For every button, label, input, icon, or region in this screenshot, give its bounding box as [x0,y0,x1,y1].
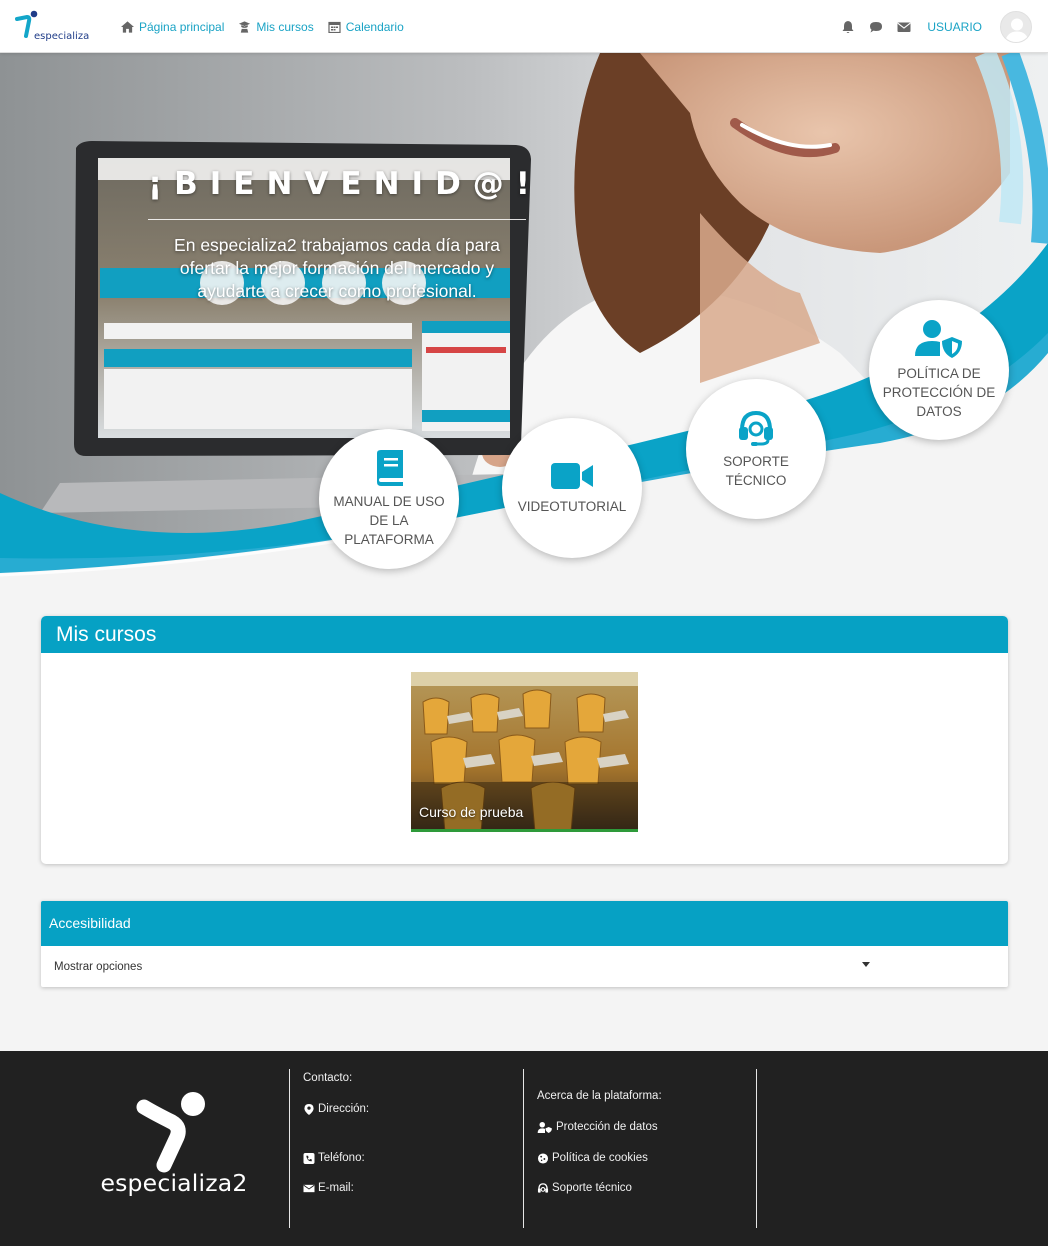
footer: especializa2 Contacto: Dirección: Teléfo… [0,1051,1048,1246]
video-camera-icon [551,462,593,489]
nav-calendar[interactable]: Calendario [328,20,404,34]
user-shield-icon [537,1121,552,1133]
data-protection-link-label: Protección de datos [556,1121,658,1133]
envelope-icon[interactable] [897,20,911,34]
calendar-icon [328,21,341,33]
chat-icon[interactable] [869,20,883,34]
welcome-text: En especializa2 trabajamos cada día para… [174,235,500,301]
cookie-policy-link-label: Política de cookies [552,1152,648,1164]
my-courses-card: Mis cursos Curso de prueba [41,616,1008,864]
contact-heading: Contacto: [303,1072,353,1084]
tech-support-link-label: Soporte técnico [552,1182,632,1194]
user-shield-icon [915,319,962,358]
tech-support-link[interactable]: Soporte técnico [537,1182,632,1194]
cookie-icon [537,1152,549,1164]
hero-banner: ¡BIENVENID@! En especializa2 trabajamos … [0,53,1048,613]
videotutorial-button[interactable]: VIDEOTUTORIAL [502,418,642,558]
phone-row: Teléfono: [303,1152,365,1164]
videotutorial-button-label: VIDEOTUTORIAL [517,498,627,514]
email-label: E-mail: [318,1182,354,1194]
data-protection-button[interactable]: POLÍTICA DE PROTECCIÓN DE DATOS [869,300,1009,440]
top-navbar: especializa2 Página principal Mis cursos… [0,0,1048,53]
nav-home-label: Página principal [139,19,225,34]
envelope-icon [303,1184,315,1192]
footer-logo-text: especializa2 [100,1169,248,1197]
footer-about-column: Acerca de la plataforma: Protección de d… [523,1069,757,1228]
address-row: Dirección: [303,1103,369,1115]
address-label: Dirección: [318,1103,370,1115]
welcome-title: ¡BIENVENID@! [148,166,542,202]
manual-button-label: MANUAL DE USO DE LA PLATAFORMA [333,493,445,547]
map-marker-icon [304,1103,314,1115]
user-menu-label[interactable]: USUARIO [927,20,982,34]
course-name: Curso de prueba [419,804,524,820]
headset-icon [739,410,773,446]
welcome-divider [148,219,526,220]
show-options-label: Mostrar opciones [54,960,143,973]
show-options-toggle[interactable]: Mostrar opciones [41,946,1008,987]
phone-label: Teléfono: [318,1152,365,1164]
cookie-policy-link[interactable]: Política de cookies [537,1152,648,1164]
manual-button[interactable]: MANUAL DE USO DE LA PLATAFORMA [319,429,459,569]
nav-user-area: USUARIO [841,0,1032,53]
data-protection-button-label: POLÍTICA DE PROTECCIÓN DE DATOS [882,365,996,419]
home-icon [121,20,134,33]
caret-down-icon [862,962,870,967]
main-nav: Página principal Mis cursos Calendario [121,0,404,53]
footer-contact-column: Contacto: Dirección: Teléfono: E-mail: [289,1069,523,1228]
graduate-icon [239,20,251,33]
data-protection-link[interactable]: Protección de datos [537,1121,658,1133]
svg-text:especializa2: especializa2 [34,31,90,42]
my-courses-title: Mis cursos [41,616,1008,653]
support-button[interactable]: SOPORTE TÉCNICO [686,379,826,519]
course-card[interactable]: Curso de prueba [411,672,638,832]
nav-my-courses-label: Mis cursos [256,19,314,34]
avatar[interactable] [1000,10,1032,43]
about-heading: Acerca de la plataforma: [537,1090,662,1102]
brand-logo[interactable]: especializa2 [14,10,90,44]
support-button-label: SOPORTE TÉCNICO [723,454,789,488]
accessibility-title: Accesibilidad [41,901,1008,946]
footer-logo: especializa2 [98,1091,250,1203]
nav-calendar-label: Calendario [345,19,404,34]
email-row: E-mail: [303,1182,354,1194]
book-icon [377,449,403,486]
phone-icon [303,1152,315,1164]
accessibility-card: Accesibilidad Mostrar opciones [41,901,1008,987]
nav-my-courses[interactable]: Mis cursos [238,19,314,34]
nav-home[interactable]: Página principal [121,20,224,34]
headset-icon [537,1182,549,1193]
bell-icon[interactable] [841,20,855,34]
